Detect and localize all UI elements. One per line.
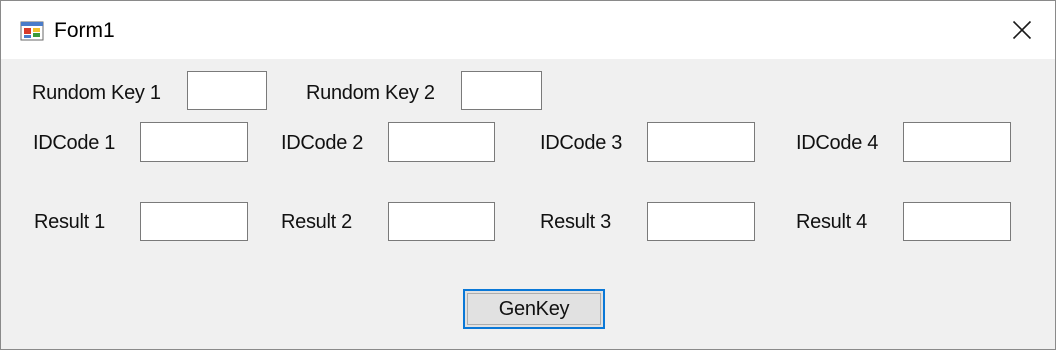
result-2-label: Result 2	[281, 211, 352, 233]
result-1-input[interactable]	[140, 202, 248, 241]
random-key-2-input[interactable]	[461, 71, 542, 110]
result-2-input[interactable]	[388, 202, 495, 241]
random-key-1-input[interactable]	[187, 71, 267, 110]
idcode-3-label: IDCode 3	[540, 132, 623, 154]
idcode-4-label: IDCode 4	[796, 132, 879, 154]
result-1-label: Result 1	[34, 211, 105, 233]
title-bar[interactable]: Form1	[1, 1, 1055, 59]
random-key-1-label: Rundom Key 1	[32, 82, 161, 104]
window-title: Form1	[54, 19, 115, 42]
form-app-icon	[20, 19, 44, 43]
result-4-input[interactable]	[903, 202, 1011, 241]
genkey-button[interactable]: GenKey	[463, 289, 605, 329]
form1-window: Form1 Rundom Key 1 Rundom Key 2 IDCode 1…	[0, 0, 1056, 350]
genkey-button-label: GenKey	[498, 297, 570, 320]
result-3-input[interactable]	[647, 202, 755, 241]
idcode-1-input[interactable]	[140, 122, 248, 162]
idcode-3-input[interactable]	[647, 122, 755, 162]
idcode-2-input[interactable]	[388, 122, 495, 162]
result-4-label: Result 4	[796, 211, 867, 233]
random-key-2-label: Rundom Key 2	[306, 82, 435, 104]
form-client-area: Rundom Key 1 Rundom Key 2 IDCode 1 IDCod…	[1, 59, 1055, 349]
idcode-2-label: IDCode 2	[281, 132, 364, 154]
idcode-4-input[interactable]	[903, 122, 1011, 162]
result-3-label: Result 3	[540, 211, 611, 233]
idcode-1-label: IDCode 1	[33, 132, 116, 154]
close-icon	[1012, 20, 1032, 45]
close-button[interactable]	[1005, 15, 1039, 49]
